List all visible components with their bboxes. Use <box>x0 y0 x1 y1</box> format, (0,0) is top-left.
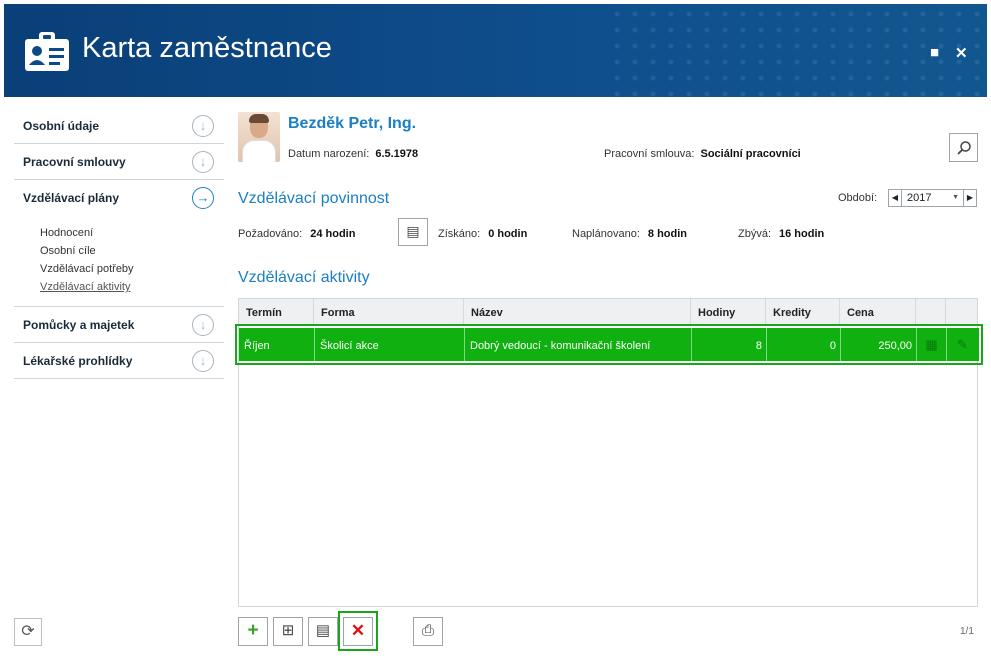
document-button[interactable]: ▤ <box>398 218 428 246</box>
document-icon: ▤ <box>315 622 331 639</box>
contract-field: Pracovní smlouva: Sociální pracovníci <box>604 148 801 160</box>
printer-icon: ⎙ <box>421 622 434 639</box>
column-header-kredity[interactable]: Kredity <box>766 299 840 324</box>
arrow-down-circle-icon: ↓ <box>192 115 214 137</box>
delete-button[interactable]: ✕ <box>343 617 373 646</box>
avatar <box>238 112 280 162</box>
column-header-action-2 <box>946 299 977 324</box>
period-label: Období: <box>838 192 878 204</box>
cell-termin: Říjen <box>239 328 315 361</box>
required-label: Požadováno: <box>238 228 303 240</box>
refresh-button[interactable]: ⟳ <box>14 618 42 646</box>
cell-cena: 250,00 <box>841 328 917 361</box>
column-header-cena[interactable]: Cena <box>840 299 916 324</box>
period-selector: ◀ 2017 ▶ <box>888 189 977 207</box>
detail-button[interactable]: ▤ <box>308 617 338 646</box>
table-header: Termín Forma Název Hodiny Kredity Cena <box>239 299 977 325</box>
contract-value: Sociální pracovníci <box>700 148 801 160</box>
column-header-termin[interactable]: Termín <box>239 299 314 324</box>
add-list-icon: ⊞ <box>281 622 295 639</box>
contract-label: Pracovní smlouva: <box>604 148 695 160</box>
remaining-value: 16 hodin <box>779 228 825 240</box>
activities-title: Vzdělávací aktivity <box>238 269 370 286</box>
maximize-button[interactable]: ■ <box>930 44 939 61</box>
employee-name: Bezděk Petr, Ing. <box>288 115 417 132</box>
sidebar-item-lekarske-prohlidky[interactable]: Lékařské prohlídky ↓ <box>14 343 224 379</box>
sidebar-item-vzdelavaci-plany[interactable]: Vzdělávací plány → <box>14 180 224 216</box>
sidebar-item-label: Vzdělávací plány <box>23 191 120 205</box>
required-stat: Požadováno: 24 hodin <box>238 228 355 240</box>
dob-label: Datum narození: <box>288 148 370 160</box>
remaining-stat: Zbývá: 16 hodin <box>738 228 824 240</box>
cell-kredity: 0 <box>767 328 841 361</box>
cell-nazev: Dobrý vedoucí - komunikační školení <box>465 328 692 361</box>
sidebar: Osobní údaje ↓ Pracovní smlouvy ↓ Vzdělá… <box>14 108 224 379</box>
obligation-title: Vzdělávací povinnost <box>238 190 390 207</box>
arrow-right-circle-icon: → <box>192 187 214 209</box>
window-title: Karta zaměstnance <box>82 32 332 64</box>
add-button[interactable]: + <box>238 617 268 646</box>
column-header-action-1 <box>916 299 946 324</box>
selected-row-highlight: Říjen Školicí akce Dobrý vedoucí - komun… <box>235 324 983 365</box>
subnav-item-vzdelavaci-aktivity[interactable]: Vzdělávací aktivity <box>40 278 224 296</box>
subnav-item-vzdelavaci-potreby[interactable]: Vzdělávací potřeby <box>40 260 224 278</box>
planned-label: Naplánovano: <box>572 228 640 240</box>
print-button[interactable]: ⎙ <box>413 617 443 646</box>
earned-label: Získáno: <box>438 228 481 240</box>
pager: 1/1 <box>960 626 974 637</box>
document-icon: ▤ <box>406 223 420 239</box>
table-row[interactable]: Říjen Školicí akce Dobrý vedoucí - komun… <box>239 328 979 361</box>
planned-stat: Naplánovano: 8 hodin <box>572 228 687 240</box>
period-select[interactable]: 2017 <box>902 189 963 207</box>
arrow-down-circle-icon: ↓ <box>192 314 214 336</box>
remaining-label: Zbývá: <box>738 228 772 240</box>
subnav-item-osobni-cile[interactable]: Osobní cíle <box>40 242 224 260</box>
cell-hodiny: 8 <box>692 328 767 361</box>
period-prev-button[interactable]: ◀ <box>888 189 902 207</box>
sidebar-subnav: Hodnocení Osobní cíle Vzdělávací potřeby… <box>14 216 224 307</box>
sidebar-item-osobni-udaje[interactable]: Osobní údaje ↓ <box>14 108 224 144</box>
subnav-item-hodnoceni[interactable]: Hodnocení <box>40 224 224 242</box>
close-button[interactable]: ✕ <box>955 44 968 62</box>
period-next-button[interactable]: ▶ <box>963 189 977 207</box>
sidebar-item-label: Pracovní smlouvy <box>23 154 126 169</box>
plus-icon: + <box>247 620 259 641</box>
sidebar-item-pracovni-smlouvy[interactable]: Pracovní smlouvy ↓ <box>14 144 224 180</box>
sidebar-item-pomucky-a-majetek[interactable]: Pomůcky a majetek ↓ <box>14 307 224 343</box>
sidebar-item-label: Osobní údaje <box>23 118 100 133</box>
column-header-nazev[interactable]: Název <box>464 299 691 324</box>
arrow-down-circle-icon: ↓ <box>192 350 214 372</box>
refresh-icon: ⟳ <box>21 623 35 640</box>
search-button[interactable] <box>949 133 978 162</box>
dob-value: 6.5.1978 <box>375 148 419 160</box>
cell-forma: Školicí akce <box>315 328 465 361</box>
employee-card-icon <box>25 32 69 71</box>
edit-icon[interactable]: ✎ <box>947 328 978 361</box>
column-header-hodiny[interactable]: Hodiny <box>691 299 766 324</box>
planned-value: 8 hodin <box>647 228 687 240</box>
calendar-icon[interactable]: ▦ <box>917 328 947 361</box>
required-value: 24 hodin <box>310 228 356 240</box>
sidebar-item-label: Pomůcky a majetek <box>23 317 135 332</box>
dob-field: Datum narození: 6.5.1978 <box>288 148 418 160</box>
add-from-template-button[interactable]: ⊞ <box>273 617 303 646</box>
activities-table: Termín Forma Název Hodiny Kredity Cena Ř… <box>235 298 983 607</box>
earned-value: 0 hodin <box>488 228 528 240</box>
sidebar-item-label: Lékařské prohlídky <box>23 353 133 368</box>
window-header: Karta zaměstnance ■ ✕ <box>4 4 987 97</box>
search-icon <box>956 141 971 155</box>
arrow-down-circle-icon: ↓ <box>192 151 214 173</box>
column-header-forma[interactable]: Forma <box>314 299 464 324</box>
delete-x-icon: ✕ <box>350 621 366 640</box>
earned-stat: Získáno: 0 hodin <box>438 228 527 240</box>
